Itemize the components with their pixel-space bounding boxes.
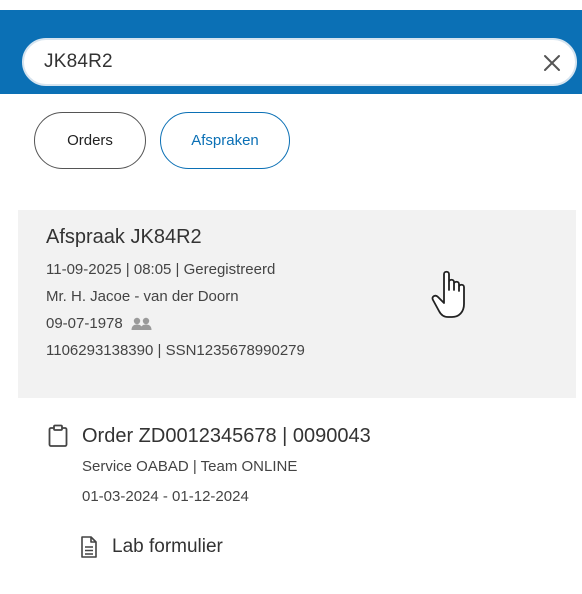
lab-form-label: Lab formulier: [112, 536, 223, 557]
filter-afspraken-chip[interactable]: Afspraken: [160, 112, 290, 169]
patient-ids: 1106293138390 | SSN1235678990279: [46, 342, 305, 359]
people-icon: [131, 317, 152, 330]
search-field[interactable]: JK84R2: [22, 38, 577, 86]
search-input[interactable]: JK84R2: [44, 51, 113, 73]
order-header: Order ZD0012345678 | 0090043: [46, 424, 548, 448]
lab-form-link[interactable]: Lab formulier: [80, 536, 548, 558]
search-results-panel: Orders Afspraken Afspraak JK84R2 11-09-2…: [18, 94, 576, 594]
document-icon: [81, 536, 97, 558]
order-period: 01-03-2024 - 01-12-2024: [82, 488, 249, 505]
order-result[interactable]: Order ZD0012345678 | 0090043 Service OAB…: [18, 398, 576, 594]
birth-date: 09-07-1978: [46, 315, 123, 332]
clear-search-button[interactable]: [537, 48, 567, 78]
appointment-title: Afspraak JK84R2: [46, 226, 202, 248]
hand-pointer-cursor-icon: [431, 270, 465, 318]
order-details: Service OABAD | Team ONLINE 01-03-2024 -…: [82, 452, 548, 512]
filter-orders-chip[interactable]: Orders: [34, 112, 146, 169]
clipboard-icon: [48, 424, 68, 447]
appointment-result[interactable]: Afspraak JK84R2 11-09-2025 | 08:05 | Ger…: [18, 210, 576, 398]
order-service-team: Service OABAD | Team ONLINE: [82, 458, 298, 475]
filter-chips: Orders Afspraken: [34, 112, 290, 169]
close-icon: [544, 55, 560, 71]
order-title: Order ZD0012345678 | 0090043: [82, 424, 371, 447]
